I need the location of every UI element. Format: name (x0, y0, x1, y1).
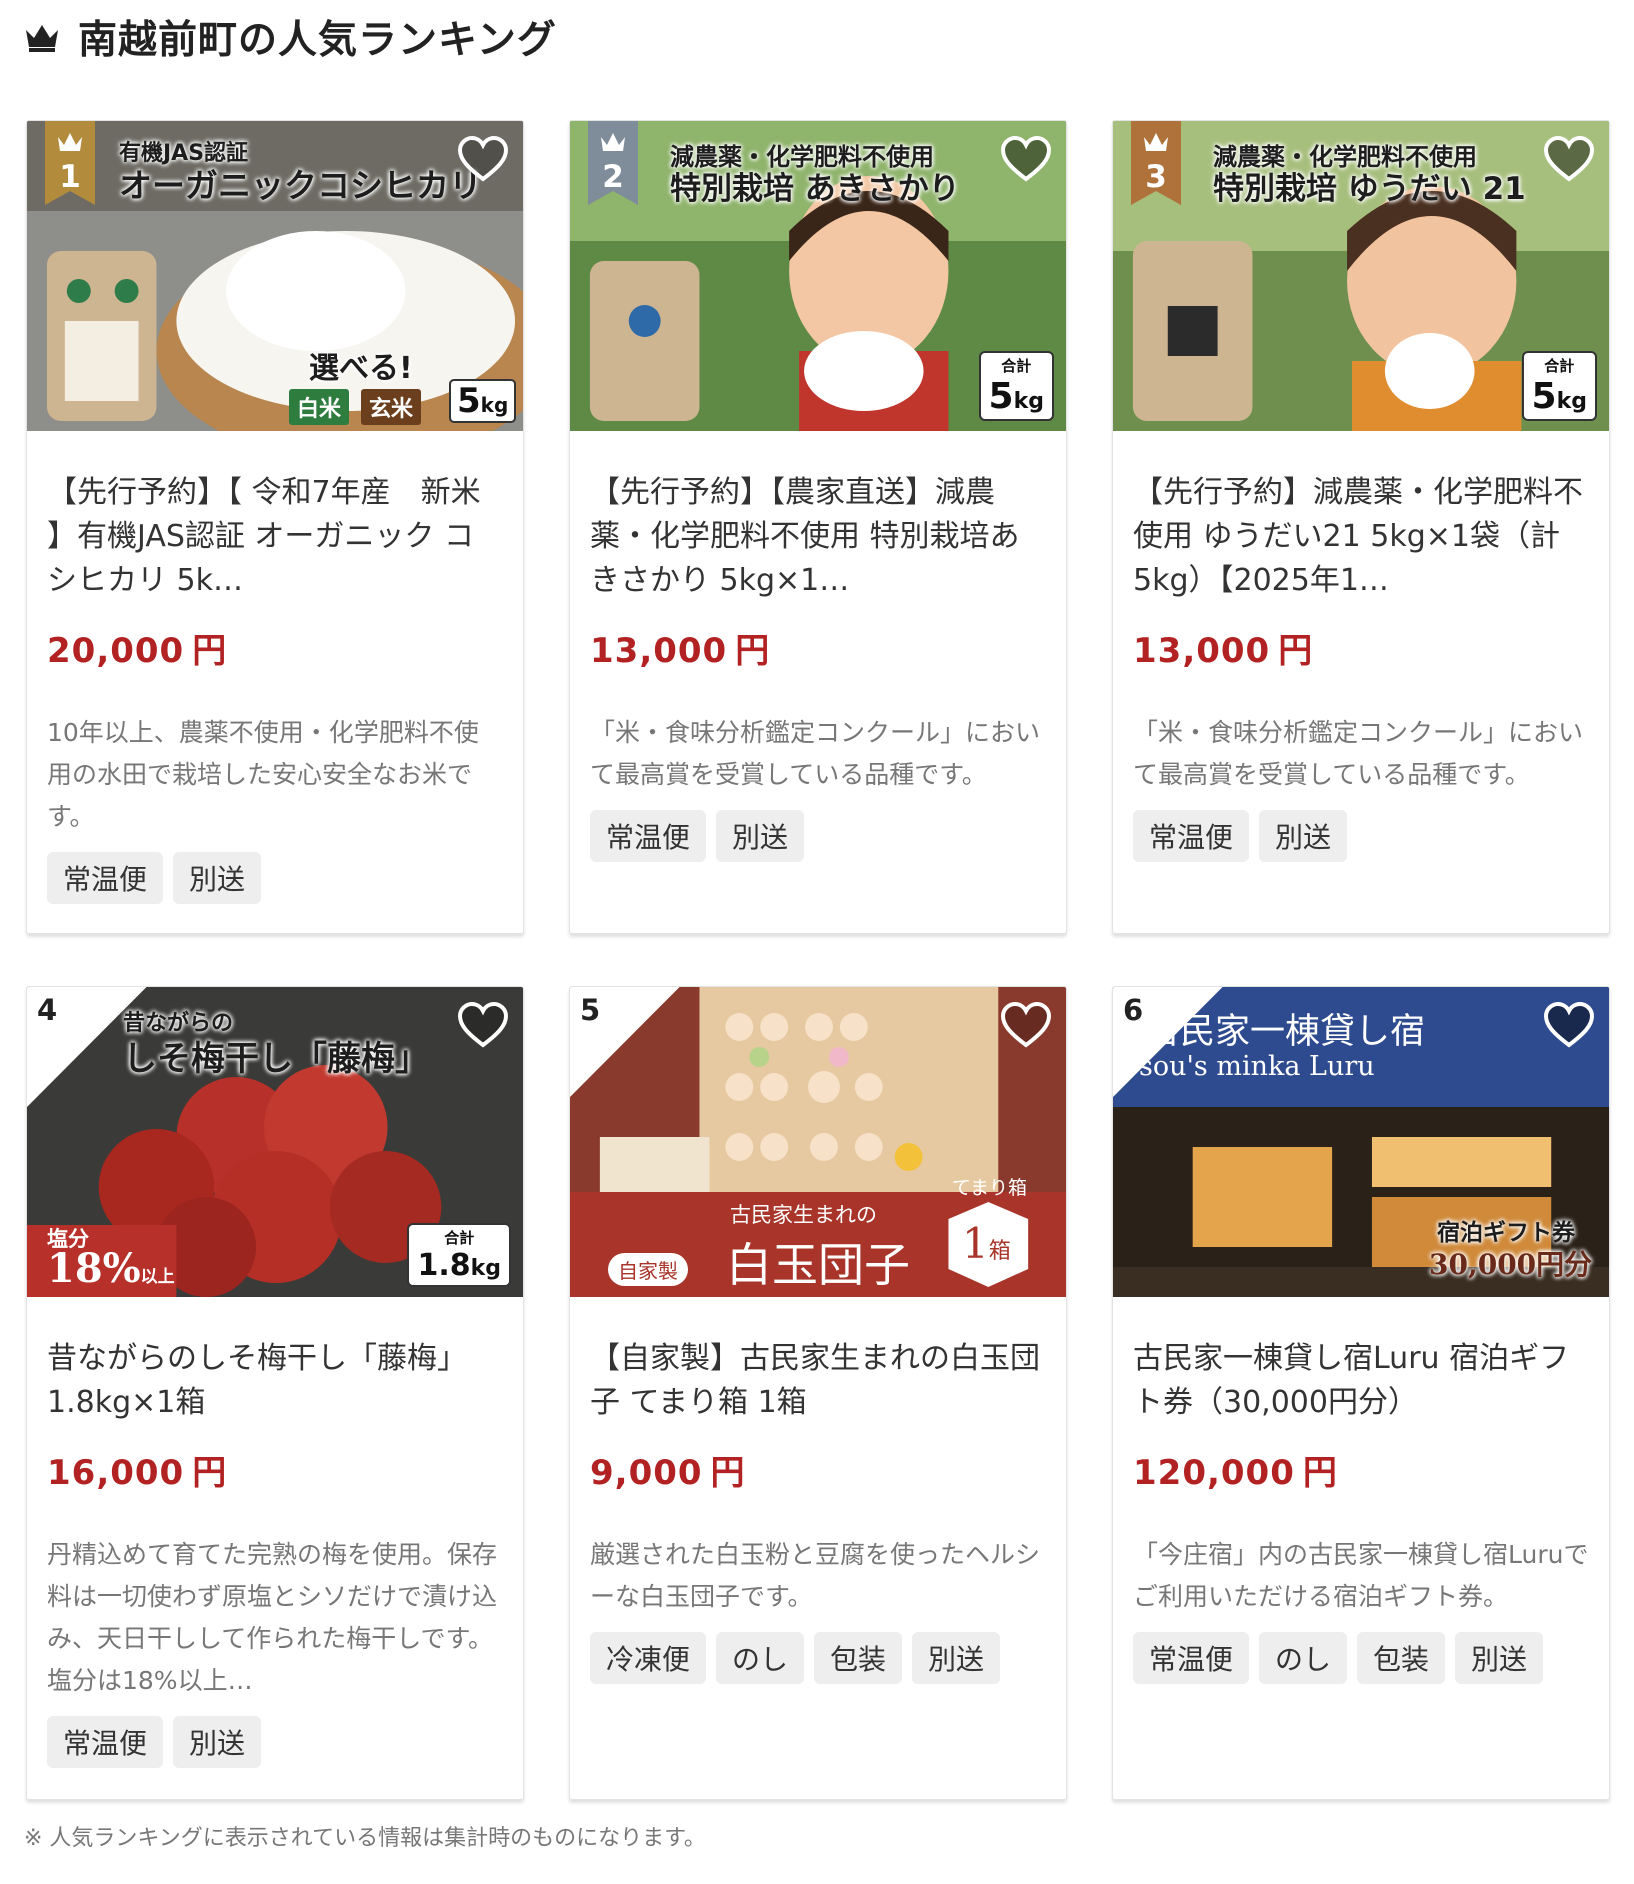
image-caption-box: てまり箱 (952, 1177, 1028, 1199)
page-title: 南越前町の人気ランキング (78, 18, 557, 63)
product-image[interactable]: 5 古民家生まれの 白玉団子 自家製 てまり箱 1箱 (570, 987, 1066, 1297)
product-card-1[interactable]: 1 有機JAS認証 オーガニックコシヒカリ 選べる! 白米 玄米 5kg 【先行… (26, 120, 524, 934)
product-price: 16,000 円 (47, 1453, 228, 1493)
favorite-heart-icon[interactable] (457, 135, 509, 183)
tag: 包装 (1357, 1632, 1446, 1684)
product-image[interactable]: 6 古民家一棟貸し宿 sou's minka Luru 宿泊ギフト券 30,00… (1113, 987, 1609, 1297)
tag: 別送 (912, 1632, 1001, 1684)
salt-percent: 18%以上 (47, 1245, 175, 1292)
rank-badge: 2 (588, 121, 638, 205)
product-description: 10年以上、農薬不使用・化学肥料不使用の水田で栽培した安心安全なお米です。 (47, 718, 479, 831)
product-price: 9,000 円 (590, 1453, 746, 1493)
tag: 常温便 (47, 852, 164, 904)
tag: 包装 (814, 1632, 903, 1684)
tag: 常温便 (590, 810, 707, 862)
product-title[interactable]: 【自家製】古民家生まれの白玉団子 てまり箱 1箱 (590, 1337, 1046, 1425)
image-caption-line2: オーガニックコシヒカリ (119, 166, 482, 205)
ranking-heading: 南越前町の人気ランキング (24, 6, 557, 68)
image-caption-line1: 古民家生まれの (730, 1203, 877, 1227)
image-caption-line2: 特別栽培 あきさかり (670, 171, 960, 207)
tag: 冷凍便 (590, 1632, 707, 1684)
tag: 別送 (173, 852, 262, 904)
product-title[interactable]: 【先行予約】減農薬・化学肥料不使用 ゆうだい21 5kg×1袋（計5kg）【20… (1133, 471, 1589, 603)
product-price: 20,000 円 (47, 631, 228, 671)
ranking-page: 南越前町の人気ランキング 1 有機JAS認証 オーガニックコシヒカリ 選べる! … (0, 0, 1634, 1884)
shipping-tags: 冷凍便 のし 包装 別送 (590, 1632, 1046, 1684)
product-description: 「米・食味分析鑑定コンクール」において最高賞を受賞している品種です。 (1133, 718, 1584, 789)
image-caption-homemade: 自家製 (608, 1253, 688, 1286)
tag: 別送 (716, 810, 805, 862)
ranking-grid: 1 有機JAS認証 オーガニックコシヒカリ 選べる! 白米 玄米 5kg 【先行… (26, 120, 1612, 1800)
shipping-tags: 常温便 別送 (590, 810, 1046, 862)
shipping-tags: 常温便 別送 (47, 1716, 503, 1768)
product-title[interactable]: 【先行予約】【 令和7年産 新米 】有機JAS認証 オーガニック コシヒカリ 5… (47, 471, 503, 603)
crown-icon (26, 25, 58, 52)
product-card-4[interactable]: 4 昔ながらの しそ梅干し「藤梅」 塩分 18%以上 合計 1.8kg 昔ながらの… (26, 986, 524, 1800)
product-image[interactable]: 3 減農薬・化学肥料不使用 特別栽培 ゆうだい 21 合計 5kg (1113, 121, 1609, 431)
weight-badge: 合計 5kg (1521, 351, 1597, 421)
favorite-heart-icon[interactable] (1000, 135, 1052, 183)
image-chip-brown-rice: 玄米 (361, 389, 422, 425)
rank-number: 4 (37, 993, 58, 1027)
tag: 別送 (173, 1716, 262, 1768)
image-caption-gift: 宿泊ギフト券 (1437, 1219, 1575, 1246)
rank-number: 6 (1123, 993, 1144, 1027)
product-image[interactable]: 2 減農薬・化学肥料不使用 特別栽培 あきさかり 合計 5kg (570, 121, 1066, 431)
favorite-heart-icon[interactable] (457, 1001, 509, 1049)
image-caption-count: 1箱 (962, 1219, 1011, 1268)
shipping-tags: 常温便 別送 (1133, 810, 1589, 862)
tag: 常温便 (47, 1716, 164, 1768)
favorite-heart-icon[interactable] (1000, 1001, 1052, 1049)
rank-number: 5 (580, 993, 601, 1027)
footer-note: ※ 人気ランキングに表示されている情報は集計時のものになります。 (24, 1826, 706, 1851)
weight-badge: 合計 5kg (978, 351, 1054, 421)
product-description: 厳選された白玉粉と豆腐を使ったヘルシーな白玉団子です。 (590, 1540, 1041, 1611)
favorite-heart-icon[interactable] (1543, 1001, 1595, 1049)
tag: のし (716, 1632, 805, 1684)
weight-badge: 合計 1.8kg (407, 1223, 511, 1287)
tag: 常温便 (1133, 1632, 1250, 1684)
product-image[interactable]: 4 昔ながらの しそ梅干し「藤梅」 塩分 18%以上 合計 1.8kg (27, 987, 523, 1297)
image-caption-line2: 特別栽培 ゆうだい 21 (1213, 171, 1526, 207)
product-card-5[interactable]: 5 古民家生まれの 白玉団子 自家製 てまり箱 1箱 【自家製】古民家生まれの白… (569, 986, 1067, 1800)
product-description: 丹精込めて育てた完熟の梅を使用。保存料は一切使わず原塩とシソだけで漬け込み、天日… (47, 1540, 498, 1695)
weight-badge: 5kg (449, 379, 517, 423)
product-image[interactable]: 1 有機JAS認証 オーガニックコシヒカリ 選べる! 白米 玄米 5kg (27, 121, 523, 431)
image-caption-line2: 白玉団子 (726, 1238, 910, 1292)
image-caption-line1: 古民家一棟貸し宿 (1145, 1012, 1426, 1052)
product-title[interactable]: 昔ながらのしそ梅干し「藤梅」1.8kg×1箱 (47, 1337, 503, 1425)
rank-badge: 3 (1131, 121, 1181, 205)
image-chip-white-rice: 白米 (289, 389, 350, 425)
shipping-tags: 常温便 のし 包装 別送 (1133, 1632, 1589, 1684)
tag: 別送 (1259, 810, 1348, 862)
product-title[interactable]: 【先行予約】【農家直送】減農薬・化学肥料不使用 特別栽培あきさかり 5kg×1… (590, 471, 1046, 603)
product-card-6[interactable]: 6 古民家一棟貸し宿 sou's minka Luru 宿泊ギフト券 30,00… (1112, 986, 1610, 1800)
product-card-3[interactable]: 3 減農薬・化学肥料不使用 特別栽培 ゆうだい 21 合計 5kg 【先行予約】減… (1112, 120, 1610, 934)
rank-number: 3 (1145, 159, 1167, 195)
tag: 常温便 (1133, 810, 1250, 862)
tag: のし (1259, 1632, 1348, 1684)
image-caption-line2: sou's minka Luru (1139, 1051, 1375, 1082)
image-caption-line2: しそ梅干し「藤梅」 (123, 1039, 429, 1079)
product-description: 「今庄宿」内の古民家一棟貸し宿Luruでご利用いただける宿泊ギフト券。 (1133, 1540, 1589, 1611)
rank-number: 1 (59, 159, 81, 195)
rank-number: 2 (602, 159, 624, 195)
image-caption-line3: 選べる! (309, 351, 413, 386)
image-caption-amount: 30,000円分 (1429, 1248, 1593, 1281)
product-description: 「米・食味分析鑑定コンクール」において最高賞を受賞している品種です。 (590, 718, 1041, 789)
product-card-2[interactable]: 2 減農薬・化学肥料不使用 特別栽培 あきさかり 合計 5kg 【先行予約】【農家… (569, 120, 1067, 934)
product-title[interactable]: 古民家一棟貸し宿Luru 宿泊ギフト券（30,000円分） (1133, 1337, 1589, 1425)
product-price: 120,000 円 (1133, 1453, 1338, 1493)
tag: 別送 (1455, 1632, 1544, 1684)
rank-badge: 1 (45, 121, 95, 205)
product-price: 13,000 円 (1133, 631, 1314, 671)
favorite-heart-icon[interactable] (1543, 135, 1595, 183)
shipping-tags: 常温便 別送 (47, 852, 503, 904)
rank-badge: 5 (570, 987, 690, 1107)
product-price: 13,000 円 (590, 631, 771, 671)
